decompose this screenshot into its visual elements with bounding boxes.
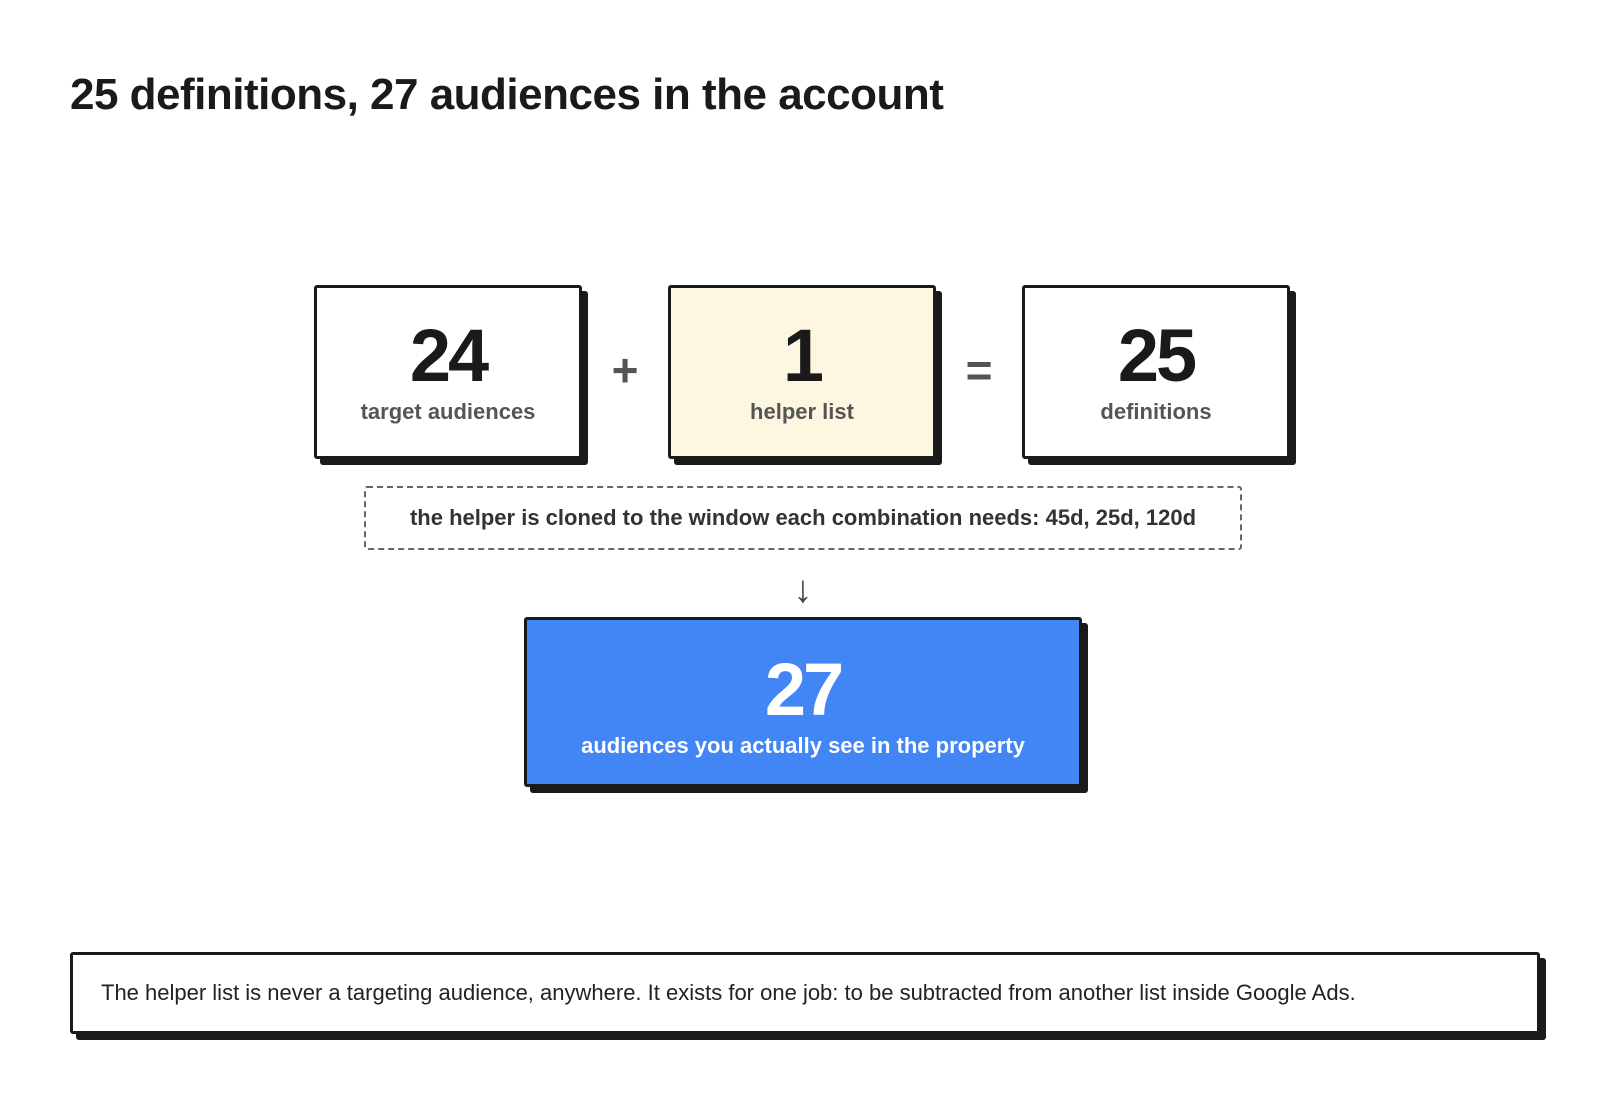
definitions-card: 25 definitions [1022,285,1290,459]
result-audiences-card: 27 audiences you actually see in the pro… [524,617,1082,787]
definitions-label: definitions [1100,399,1212,424]
target-audiences-card: 24 target audiences [314,285,582,459]
target-audiences-label: target audiences [360,399,536,424]
target-audiences-count: 24 [409,314,489,397]
definitions-count: 25 [1117,314,1197,397]
helper-list-card: 1 helper list [668,285,936,459]
plus-operator: + [611,344,639,396]
equals-operator: = [965,344,993,396]
cloning-note: the helper is cloned to the window each … [364,486,1242,550]
helper-list-label: helper list [750,399,854,424]
result-audiences-count: 27 [764,648,844,731]
helper-list-count: 1 [782,314,824,397]
result-audiences-label: audiences you actually see in the proper… [581,733,1025,758]
arrow-down-icon: ↓ [793,569,813,611]
page-title: 25 definitions, 27 audiences in the acco… [70,70,944,119]
footer-note: The helper list is never a targeting aud… [70,952,1540,1034]
